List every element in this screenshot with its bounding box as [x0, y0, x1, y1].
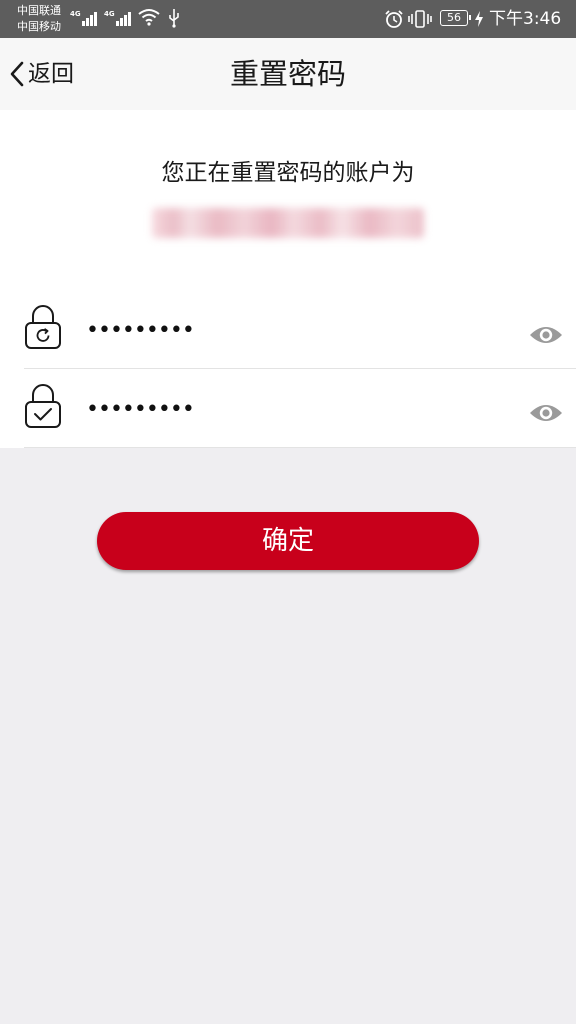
- battery-level: 56: [447, 11, 461, 24]
- confirm-password-input[interactable]: [86, 391, 466, 427]
- lock-refresh-icon: [25, 305, 61, 349]
- alarm-icon: [385, 10, 403, 28]
- signal-icon: [116, 10, 131, 26]
- eye-icon[interactable]: [529, 401, 563, 425]
- page-title: 重置密码: [229, 57, 346, 91]
- network-type-2: 4G: [104, 10, 115, 18]
- battery-icon: 56: [440, 10, 471, 26]
- carrier-2-label: 中国移动: [17, 20, 61, 33]
- new-password-row: [24, 290, 576, 369]
- carrier-info: 中国联通 中国移动: [17, 3, 61, 35]
- reset-form: 您正在重置密码的账户为: [0, 110, 576, 448]
- confirm-password-row: [24, 369, 576, 448]
- network-type-1: 4G: [70, 10, 81, 18]
- nav-bar: 返回 重置密码: [0, 38, 576, 110]
- status-bar: 中国联通 中国移动 4G 4G 56 下午3:46: [0, 0, 576, 38]
- carrier-1-label: 中国联通: [17, 4, 61, 17]
- signal-icon: [82, 10, 97, 26]
- vibrate-icon: [408, 10, 432, 28]
- charging-icon: [475, 11, 483, 27]
- confirm-button[interactable]: 确定: [97, 512, 479, 570]
- wifi-icon: [138, 9, 160, 26]
- eye-icon[interactable]: [529, 323, 563, 347]
- usb-icon: [169, 9, 179, 28]
- status-time: 下午3:46: [489, 9, 562, 29]
- account-caption: 您正在重置密码的账户为: [161, 160, 415, 186]
- lock-check-icon: [25, 384, 61, 428]
- new-password-input[interactable]: [86, 312, 466, 348]
- account-id-redacted: [152, 208, 424, 238]
